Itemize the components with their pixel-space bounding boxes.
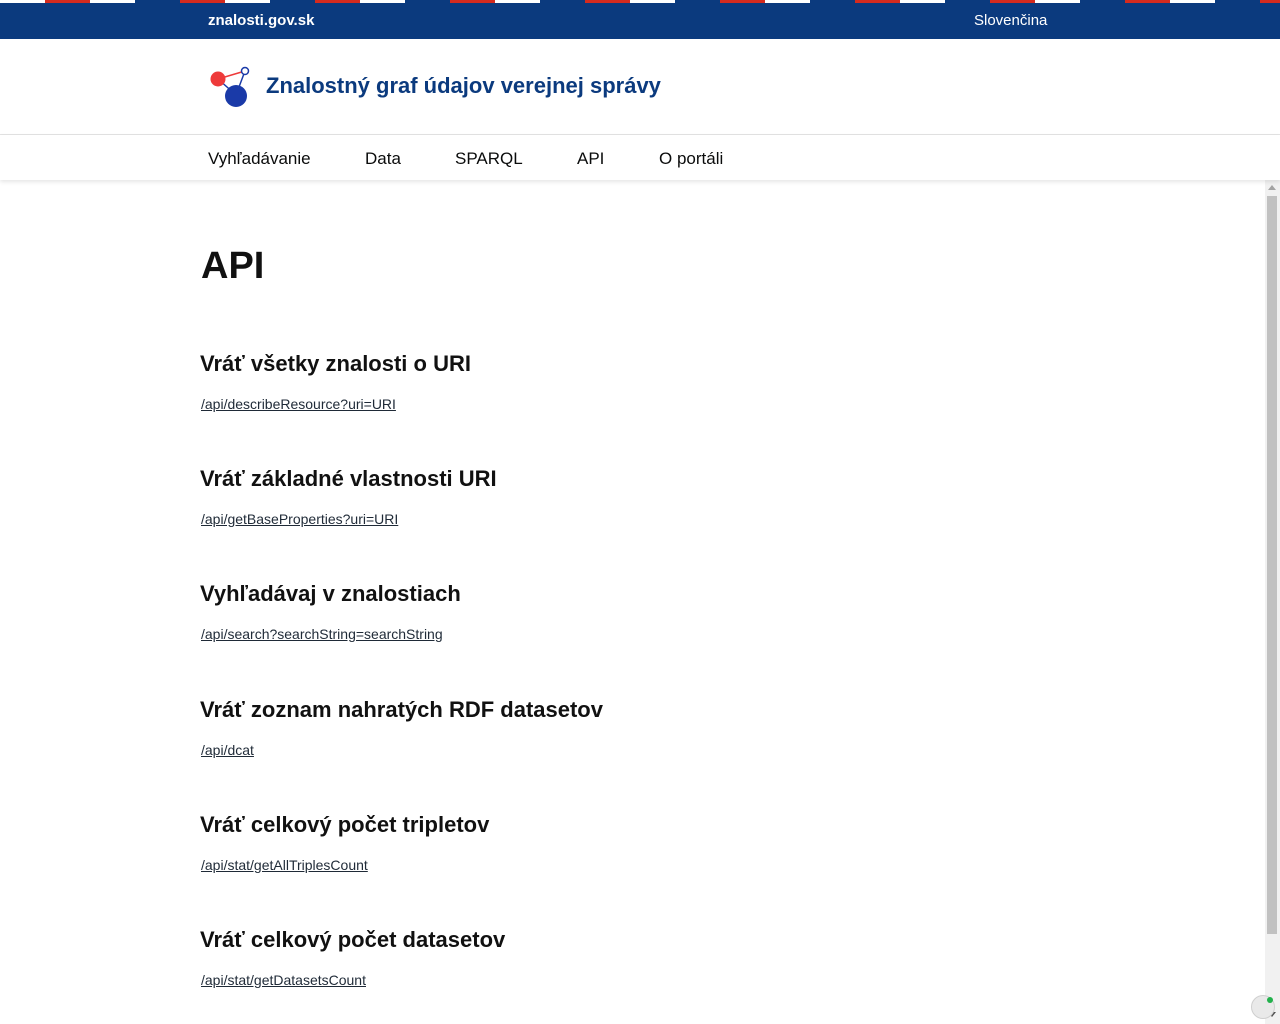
main-content: API Vráť všetky znalosti o URI /api/desc… [200,180,1260,1024]
status-dot-icon [1267,997,1273,1003]
page-title: API [201,245,265,287]
api-endpoint-link[interactable]: /api/search?searchString=searchString [201,625,443,643]
api-section: Vráť základné vlastnosti URI /api/getBas… [200,466,1000,529]
section-heading: Vráť celkový počet datasetov [200,927,506,952]
api-section: Vráť všetky znalosti o URI /api/describe… [200,351,1000,414]
section-heading: Vráť základné vlastnosti URI [200,466,497,491]
scrollbar-thumb[interactable] [1267,196,1277,934]
api-section: Vráť zoznam nahratých RDF datasetov /api… [200,697,1000,760]
vertical-scrollbar[interactable] [1265,180,1280,1024]
api-endpoint-link[interactable]: /api/stat/getAllTriplesCount [201,856,368,874]
section-heading: Vráť všetky znalosti o URI [200,351,471,376]
flag-stripe [0,0,1280,3]
nav-item-sparql[interactable]: SPARQL [455,149,523,169]
api-section: Vyhľadávaj v znalostiach /api/search?sea… [200,581,1000,644]
site-title[interactable]: Znalostný graf údajov verejnej správy [266,73,661,99]
site-header: Znalostný graf údajov verejnej správy [0,39,1280,135]
gov-domain-link[interactable]: znalosti.gov.sk [208,12,314,30]
scroll-up-arrow-icon[interactable] [1268,185,1276,190]
section-heading: Vráť celkový počet tripletov [200,812,490,837]
graph-nodes-icon [210,66,250,107]
api-section: Vráť celkový počet tripletov /api/stat/g… [200,812,1000,875]
api-section: Vráť celkový počet datasetov /api/stat/g… [200,927,1000,990]
section-heading: Vyhľadávaj v znalostiach [200,581,461,606]
api-endpoint-link[interactable]: /api/stat/getDatasetsCount [201,971,366,989]
main-navigation: Vyhľadávanie Data SPARQL API O portáli [0,135,1280,180]
api-endpoint-link[interactable]: /api/dcat [201,741,254,759]
api-endpoint-link[interactable]: /api/getBaseProperties?uri=URI [201,510,398,528]
language-switcher[interactable]: Slovenčina [974,12,1047,30]
api-endpoint-link[interactable]: /api/describeResource?uri=URI [201,395,396,413]
gov-top-bar: znalosti.gov.sk Slovenčina [0,0,1280,39]
nav-item-about[interactable]: O portáli [659,149,723,169]
nav-item-search[interactable]: Vyhľadávanie [208,149,311,169]
nav-item-api[interactable]: API [577,149,604,169]
section-heading: Vráť zoznam nahratých RDF datasetov [200,697,603,722]
floating-widget-button[interactable] [1251,995,1275,1019]
nav-item-data[interactable]: Data [365,149,401,169]
